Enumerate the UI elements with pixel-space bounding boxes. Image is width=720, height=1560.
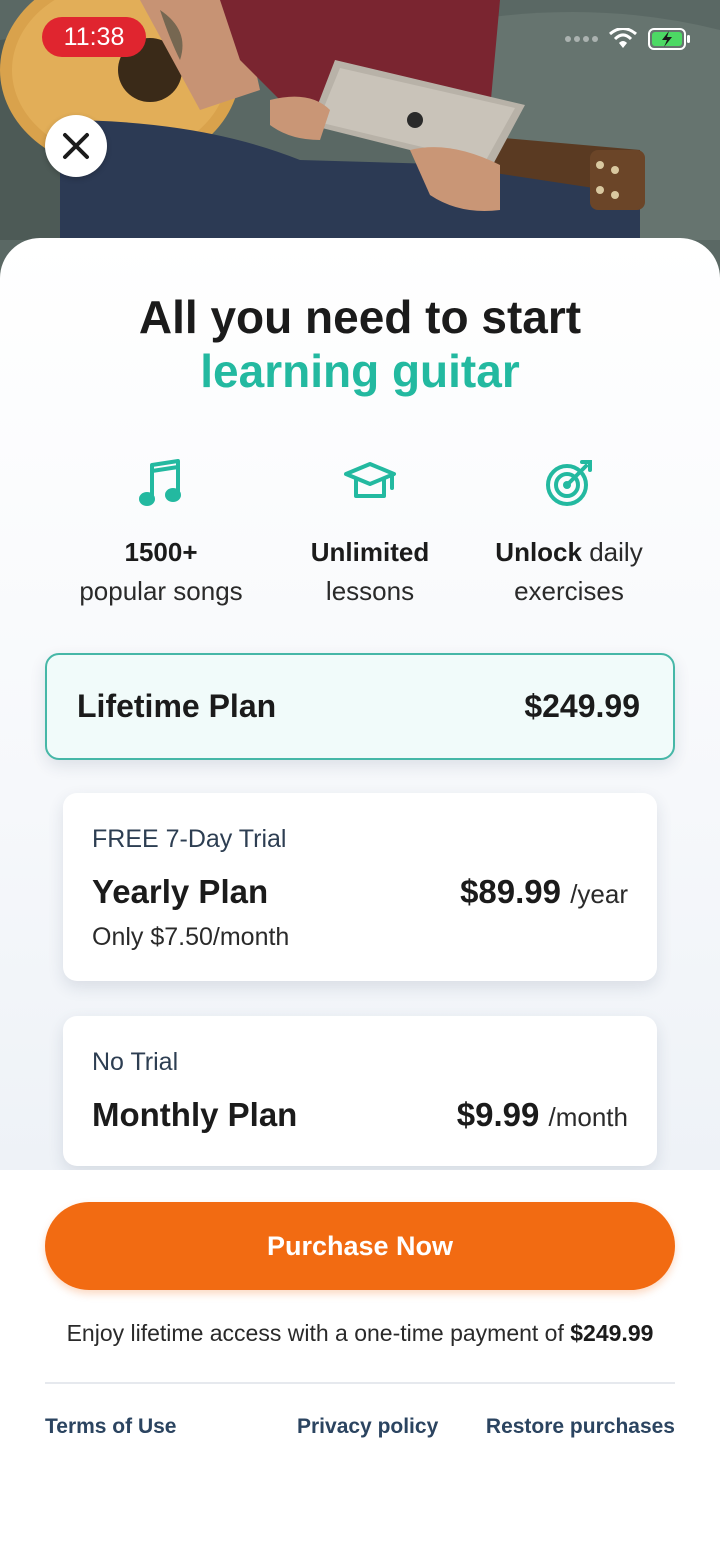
- close-button[interactable]: [45, 115, 107, 177]
- plan-yearly-trial-tag: FREE 7-Day Trial: [92, 825, 287, 853]
- feature-exercises-text: exercises: [514, 576, 624, 606]
- close-icon: [63, 133, 89, 159]
- plan-yearly-monthly-equivalent: Only $7.50/month: [92, 923, 290, 951]
- cellular-signal-icon: [565, 36, 598, 42]
- plan-yearly-name: Yearly Plan: [92, 873, 269, 910]
- plan-option-monthly[interactable]: No Trial Monthly Plan $9.99 /month: [63, 1016, 657, 1166]
- page-title: All you need to start learning guitar: [0, 290, 720, 398]
- music-note-icon: [139, 459, 181, 506]
- purchase-now-button[interactable]: Purchase Now: [45, 1202, 675, 1290]
- feature-songs-text: popular songs: [79, 576, 243, 606]
- status-bar-time: 11:38: [42, 17, 146, 57]
- purchase-note: Enjoy lifetime access with a one-time pa…: [0, 1320, 720, 1347]
- feature-lessons-text: lessons: [325, 576, 415, 606]
- headline-line-2: learning guitar: [200, 345, 520, 397]
- restore-purchases-link[interactable]: Restore purchases: [486, 1415, 675, 1439]
- plan-yearly-price-row: $89.99 /year: [460, 873, 628, 911]
- plan-monthly-period: /month: [548, 1102, 629, 1132]
- wifi-icon: [609, 28, 637, 48]
- plan-yearly-price: $89.99: [460, 873, 562, 910]
- target-icon: [546, 460, 592, 506]
- feature-lessons: Unlimited lessons: [260, 455, 480, 611]
- plan-monthly-price-row: $9.99 /month: [457, 1096, 628, 1134]
- battery-charging-icon: [648, 28, 690, 50]
- plan-monthly-price: $9.99: [456, 1096, 540, 1133]
- feature-exercises-inline: daily: [589, 537, 643, 567]
- purchase-note-amount: $249.99: [570, 1320, 654, 1346]
- footer-divider: [45, 1382, 675, 1384]
- plan-option-lifetime[interactable]: Lifetime Plan $249.99: [45, 653, 675, 760]
- plan-lifetime-name: Lifetime Plan: [77, 688, 277, 724]
- feature-exercises: Unlock daily exercises: [459, 455, 679, 611]
- feature-songs-bold: 1500+: [124, 537, 198, 567]
- plan-option-yearly[interactable]: FREE 7-Day Trial Yearly Plan $89.99 /yea…: [63, 793, 657, 981]
- status-bar-indicators: [565, 28, 692, 50]
- plan-yearly-period: /year: [570, 879, 628, 909]
- purchase-note-text: Enjoy lifetime access with a one-time pa…: [66, 1320, 564, 1346]
- feature-lessons-bold: Unlimited: [310, 537, 430, 567]
- privacy-policy-link[interactable]: Privacy policy: [297, 1415, 438, 1439]
- plan-monthly-name: Monthly Plan: [92, 1096, 298, 1133]
- graduation-cap-icon: [344, 462, 396, 498]
- feature-exercises-bold: Unlock: [495, 537, 582, 567]
- plan-monthly-trial-tag: No Trial: [92, 1048, 179, 1076]
- terms-of-use-link[interactable]: Terms of Use: [45, 1415, 177, 1439]
- feature-songs: 1500+ popular songs: [51, 455, 271, 611]
- purchase-footer: Purchase Now Enjoy lifetime access with …: [0, 1170, 720, 1560]
- headline-line-1: All you need to start: [138, 291, 582, 343]
- plan-lifetime-price: $249.99: [524, 688, 640, 724]
